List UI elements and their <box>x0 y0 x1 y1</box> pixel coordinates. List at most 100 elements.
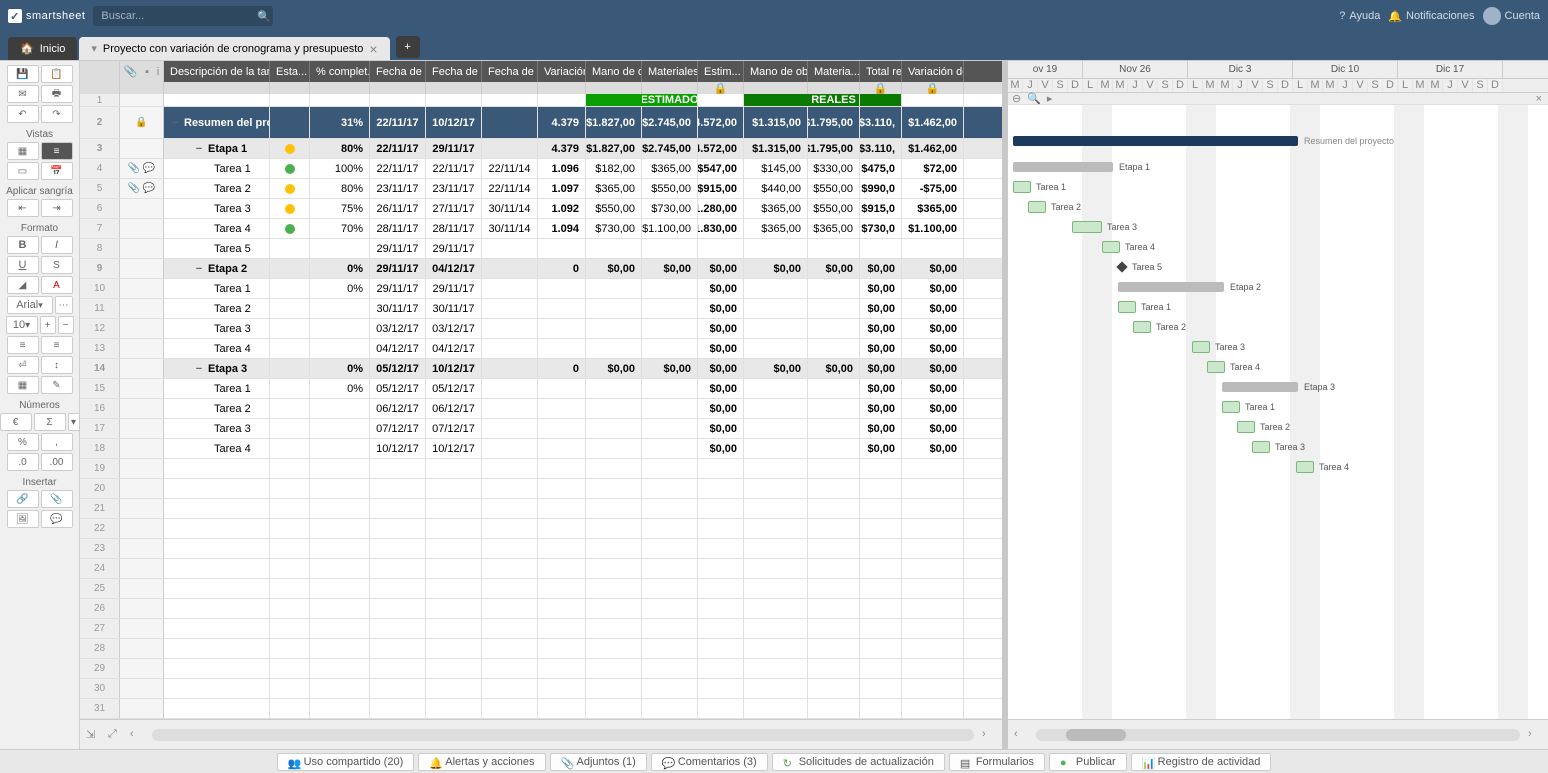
cell-desc[interactable]: Tarea 5 <box>164 239 270 258</box>
link-button[interactable]: 🔗 <box>7 490 39 508</box>
cell-fir[interactable] <box>482 239 538 258</box>
tab-project[interactable]: ▾ Proyecto con variación de cronograma y… <box>79 37 389 60</box>
cell-est[interactable] <box>270 107 310 138</box>
gantt-row[interactable]: Tarea 4 <box>1008 357 1548 377</box>
cell-fe[interactable]: 29/11/17 <box>426 279 482 298</box>
col-mor[interactable]: Mano de obra real <box>744 61 808 82</box>
gantt-row[interactable]: Tarea 3 <box>1008 217 1548 237</box>
cell-tr[interactable]: $730,0 <box>860 219 902 238</box>
cell-vf[interactable] <box>538 419 586 438</box>
grid-row[interactable]: 8Tarea 529/11/1729/11/17 <box>80 239 1002 259</box>
outdent-button[interactable]: ⇤ <box>7 199 39 217</box>
card-view-button[interactable]: ▭ <box>7 162 39 180</box>
cell-desc[interactable]: Tarea 4 <box>164 339 270 358</box>
cell-fip[interactable]: 10/12/17 <box>370 439 426 458</box>
cell-mo[interactable]: $1.827,00 <box>586 107 642 138</box>
gantt-bar[interactable]: Tarea 3 <box>1252 441 1270 453</box>
col-tr[interactable]: Total real <box>860 61 902 82</box>
cell-mor[interactable] <box>744 239 808 258</box>
cell-mat[interactable]: $2.745,00 <box>642 107 698 138</box>
cell-et[interactable]: $0,00 <box>698 359 744 378</box>
image-button[interactable]: 🖼 <box>7 510 39 528</box>
cell-pct[interactable]: 0% <box>310 359 370 378</box>
cell-et[interactable]: $1.280,00 <box>698 199 744 218</box>
cell-fir[interactable] <box>482 359 538 378</box>
grid-row[interactable]: 9−Etapa 20%29/11/1704/12/170$0,00$0,00$0… <box>80 259 1002 279</box>
cell-pct[interactable]: 80% <box>310 179 370 198</box>
cell-vp[interactable] <box>902 239 964 258</box>
grid-row[interactable]: 6Tarea 375%26/11/1727/11/1730/11/141.092… <box>80 199 1002 219</box>
cell-et[interactable]: $0,00 <box>698 259 744 278</box>
cell-pct[interactable] <box>310 419 370 438</box>
cell-matr[interactable]: $550,00 <box>808 199 860 218</box>
cell-mor[interactable]: $440,00 <box>744 179 808 198</box>
cell-fir[interactable]: 30/11/14 <box>482 219 538 238</box>
cell-fir[interactable] <box>482 379 538 398</box>
cell-est[interactable] <box>270 199 310 218</box>
cell-tr[interactable]: $0,00 <box>860 359 902 378</box>
grid-row[interactable]: 7Tarea 470%28/11/1728/11/1730/11/141.094… <box>80 219 1002 239</box>
cell-matr[interactable] <box>808 439 860 458</box>
col-fip[interactable]: Fecha de inicio planificada <box>370 61 426 82</box>
grid-row[interactable]: 10Tarea 10%29/11/1729/11/17$0,00$0,00$0,… <box>80 279 1002 299</box>
cell-mat[interactable] <box>642 319 698 338</box>
more-button[interactable]: ⋯ <box>55 296 73 314</box>
grid-row-empty[interactable]: 30 <box>80 679 1002 699</box>
grid-row-empty[interactable]: 20 <box>80 479 1002 499</box>
cell-mor[interactable]: $365,00 <box>744 199 808 218</box>
gantt-row[interactable]: Tarea 1 <box>1008 177 1548 197</box>
status-attach[interactable]: 📎Adjuntos (1) <box>550 753 647 771</box>
gantt-row[interactable]: Tarea 2 <box>1008 317 1548 337</box>
col-fir[interactable]: Fecha de inicio real <box>482 61 538 82</box>
gantt-row[interactable]: Tarea 2 <box>1008 197 1548 217</box>
cell-et[interactable]: $0,00 <box>698 339 744 358</box>
cell-matr[interactable] <box>808 319 860 338</box>
bold-button[interactable]: B <box>7 236 39 254</box>
cell-mo[interactable] <box>586 379 642 398</box>
strike-button[interactable]: S <box>41 256 73 274</box>
gantt-summary-bar[interactable]: Resumen del proyecto <box>1013 136 1298 146</box>
cell-fip[interactable]: 07/12/17 <box>370 419 426 438</box>
cell-est[interactable] <box>270 279 310 298</box>
cell-est[interactable] <box>270 219 310 238</box>
cell-mo[interactable] <box>586 279 642 298</box>
gantt-bar[interactable]: Tarea 1 <box>1118 301 1136 313</box>
cell-vf[interactable]: 1.092 <box>538 199 586 218</box>
percent-button[interactable]: % <box>7 433 39 451</box>
cell-est[interactable] <box>270 139 310 158</box>
status-share[interactable]: 👥Uso compartido (20) <box>277 753 415 771</box>
gantt-bar[interactable]: Tarea 4 <box>1207 361 1225 373</box>
grid-row[interactable]: 15Tarea 10%05/12/1705/12/17$0,00$0,00$0,… <box>80 379 1002 399</box>
cell-vf[interactable]: 1.094 <box>538 219 586 238</box>
cell-tr[interactable] <box>860 239 902 258</box>
cell-tr[interactable]: $0,00 <box>860 419 902 438</box>
gantt-row[interactable]: Tarea 4 <box>1008 457 1548 477</box>
cell-et[interactable]: $1.830,00 <box>698 219 744 238</box>
cell-mor[interactable] <box>744 299 808 318</box>
cell-matr[interactable]: $1.795,00 <box>808 107 860 138</box>
cell-matr[interactable] <box>808 419 860 438</box>
gantt-row[interactable]: Resumen del proyecto <box>1008 125 1548 157</box>
cell-vp[interactable]: $72,00 <box>902 159 964 178</box>
cell-est[interactable] <box>270 379 310 398</box>
valign-button[interactable]: ↕ <box>41 356 73 374</box>
cell-vp[interactable]: $0,00 <box>902 319 964 338</box>
cell-fe[interactable]: 29/11/17 <box>426 139 482 158</box>
cell-pct[interactable]: 80% <box>310 139 370 158</box>
cell-mat[interactable]: $0,00 <box>642 259 698 278</box>
cell-fip[interactable]: 30/11/17 <box>370 299 426 318</box>
cell-mo[interactable]: $0,00 <box>586 359 642 378</box>
cell-fir[interactable]: 30/11/14 <box>482 199 538 218</box>
cell-et[interactable]: $0,00 <box>698 299 744 318</box>
cell-vp[interactable]: $0,00 <box>902 419 964 438</box>
cell-matr[interactable] <box>808 279 860 298</box>
cell-mat[interactable] <box>642 279 698 298</box>
cell-tr[interactable]: $0,00 <box>860 339 902 358</box>
fill-button[interactable]: ◢ <box>7 276 39 294</box>
gantt-scroll-left-icon[interactable]: ‹ <box>1014 728 1028 742</box>
cell-mor[interactable]: $1.315,00 <box>744 107 808 138</box>
cell-fe[interactable]: 23/11/17 <box>426 179 482 198</box>
expander-icon[interactable]: − <box>170 117 180 129</box>
logo[interactable]: ✓ smartsheet <box>8 9 85 23</box>
gantt-row[interactable]: Tarea 1 <box>1008 397 1548 417</box>
